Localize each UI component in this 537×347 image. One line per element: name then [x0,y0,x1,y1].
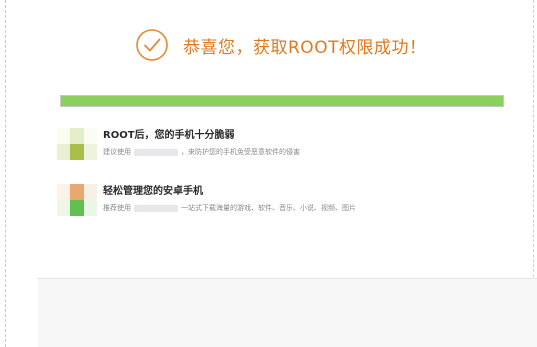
feature-description: 推荐使用 一站式下载海量的游戏、软件、音乐、小说、视频、图片 [103,203,356,214]
desc-prefix: 推荐使用 [103,204,131,212]
feature-description: 建议使用 ，来防护您的手机免受恶意软件的侵害 [103,147,300,158]
desc-suffix: 一站式下载海量的游戏、软件、音乐、小说、视频、图片 [181,204,356,212]
progress-fill [61,96,503,106]
app-logo-icon [57,184,97,216]
feature-item-security: ROOT后，您的手机十分脆弱 建议使用 ，来防护您的手机免受恶意软件的侵害 [57,128,300,160]
feature-title: 轻松管理您的安卓手机 [103,186,203,197]
redacted-app-name [134,205,178,212]
desc-prefix: 建议使用 [103,148,131,156]
window-left-border [0,0,6,347]
redacted-app-name [134,149,178,156]
footer-area [38,279,537,347]
success-title: 恭喜您，获取ROOT权限成功！ [183,37,427,58]
progress-bar [60,95,504,107]
app-logo-icon [57,128,97,160]
feature-item-manage: 轻松管理您的安卓手机 推荐使用 一站式下载海量的游戏、软件、音乐、小说、视频、图… [57,184,356,216]
check-circle-icon [136,29,168,61]
desc-suffix: ，来防护您的手机免受恶意软件的侵害 [181,148,300,156]
success-header: 恭喜您，获取ROOT权限成功！ [135,27,426,63]
feature-title: ROOT后，您的手机十分脆弱 [103,130,235,141]
